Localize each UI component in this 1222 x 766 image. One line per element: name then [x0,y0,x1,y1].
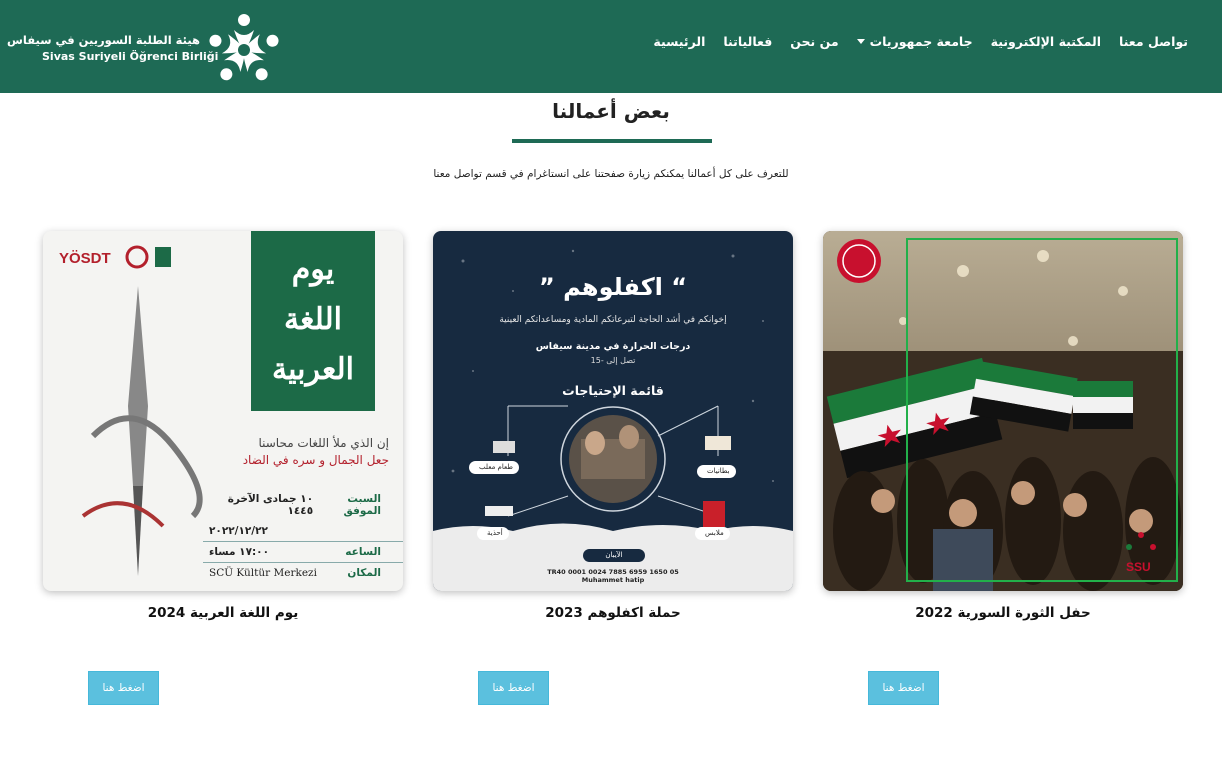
poster-verse-line1: إن الذي ملأ اللغات محاسنا [258,436,389,450]
poster-line3: تصل إلى -15 [590,356,636,365]
poster-time-label: الساعه [345,546,381,558]
card-title-revolution: حفل الثورة السورية 2022 [915,605,1091,621]
poster-verse: إن الذي ملأ اللغات محاسنا جعل الجمال و س… [169,435,389,469]
poster-date-row: السبت الموفق ١٠ جمادى الآخرة ١٤٤٥ [203,489,403,521]
poster-list-title: قائمة الإحتياجات [562,383,664,398]
poster-time-row: الساعه ١٧:٠٠ مساء [203,542,403,563]
poster-date-row-2: ٢٠٢٢/١٢/٢٢ [203,521,403,542]
poster-date-label: السبت الموفق [343,493,381,517]
poster-iban-pill: الآيبان [583,549,645,562]
main-nav: تواصل معنا المكتبة الإلكترونية جامعة جمه… [653,34,1188,49]
title-underline [512,139,712,143]
poster-heading-box: يوم اللغة العربية [251,231,375,411]
poster-place-value: SCÜ Kültür Merkezi [209,567,317,579]
nav-university-label: جامعة جمهوريات [869,34,973,49]
brand-link[interactable]: هيئة الطلبة السوريين في سيفاس Sivas Suri… [7,10,282,82]
revolution-photo-icon: SSU [823,231,1183,591]
navbar: هيئة الطلبة السوريين في سيفاس Sivas Suri… [0,0,1222,93]
card-title-arabic-day: يوم اللغة العربية 2024 [147,605,299,621]
brand-name-ar: هيئة الطلبة السوريين في سيفاس [7,33,200,47]
ssu-logo-text: SSU [1126,560,1151,574]
caret-down-icon [856,39,865,44]
nav-about[interactable]: من نحن [790,34,838,49]
partner-logos-icon: YÖSDT [59,245,171,269]
nav-library[interactable]: المكتبة الإلكترونية [991,34,1101,49]
section-title: بعض أعمالنا [552,99,670,123]
poster-heading-line3: العربية [272,352,354,387]
brand-logo-icon [209,14,279,81]
nav-university-dropdown[interactable]: جامعة جمهوريات [856,34,973,49]
poster-date-value: ١٠ جمادى الآخرة ١٤٤٥ [227,493,314,517]
chip-blankets: بطانيات [697,465,736,478]
poster-line1: إخوانكم في أشد الحاجة لتبرعاتكم المادية … [499,315,727,325]
poster-time-value: ١٧:٠٠ مساء [209,546,269,558]
poster-place-label: المكان [347,567,381,579]
chip-food: طعام معلب [469,461,519,474]
card-image-ekfaloohum[interactable]: “ اكفلوهم ” إخوانكم في أشد الحاجة لتبرعا… [433,231,793,591]
poster-iban: TR40 0001 0024 7885 6959 1650 05 [547,568,679,576]
poster-holder: Muhammet hatip [581,576,645,584]
poster-info-table: السبت الموفق ١٠ جمادى الآخرة ١٤٤٥ ٢٠٢٢/١… [203,489,403,583]
poster-verse-line2: جعل الجمال و سره في الضاد [242,453,389,467]
poster-heading: “ اكفلوهم ” [538,273,688,301]
chip-shoes: أحذية [477,527,509,540]
card-image-arabic-day[interactable]: YÖSDT يوم اللغة العربية إن الذي ملأ اللغ… [43,231,403,591]
brand-name-tr: Sivas Suriyeli Öğrenci Birliği [42,50,219,63]
nav-contact[interactable]: تواصل معنا [1119,34,1188,49]
chip-clothes: ملابس [695,527,730,540]
card-button-arabic-day[interactable]: اضغط هنا [88,671,159,705]
section-subtitle: للتعرف على كل أعمالنا يمكنكم زيارة صفحتن… [433,168,789,180]
poster-line2: درجات الحرارة في مدينة سيفاس [535,341,691,352]
card-button-revolution[interactable]: اضغط هنا [868,671,939,705]
partner-logo-text: YÖSDT [59,250,111,267]
card-button-ekfaloohum[interactable]: اضغط هنا [478,671,549,705]
card-title-ekfaloohum: حملة اكفلوهم 2023 [545,605,681,621]
brand-text: هيئة الطلبة السوريين في سيفاس Sivas Suri… [7,32,219,66]
poster-heading-line2: اللغة [284,302,342,337]
poster-date-value2: ٢٠٢٢/١٢/٢٢ [209,525,268,537]
card-image-revolution[interactable]: SSU [823,231,1183,591]
calligraphy-pen-icon [81,286,203,576]
poster-heading-line1: يوم [291,252,335,287]
nav-home[interactable]: الرئيسية [653,34,705,49]
poster-place-row: المكان SCÜ Kültür Merkezi [203,563,403,583]
nav-events[interactable]: فعالياتنا [723,34,772,49]
